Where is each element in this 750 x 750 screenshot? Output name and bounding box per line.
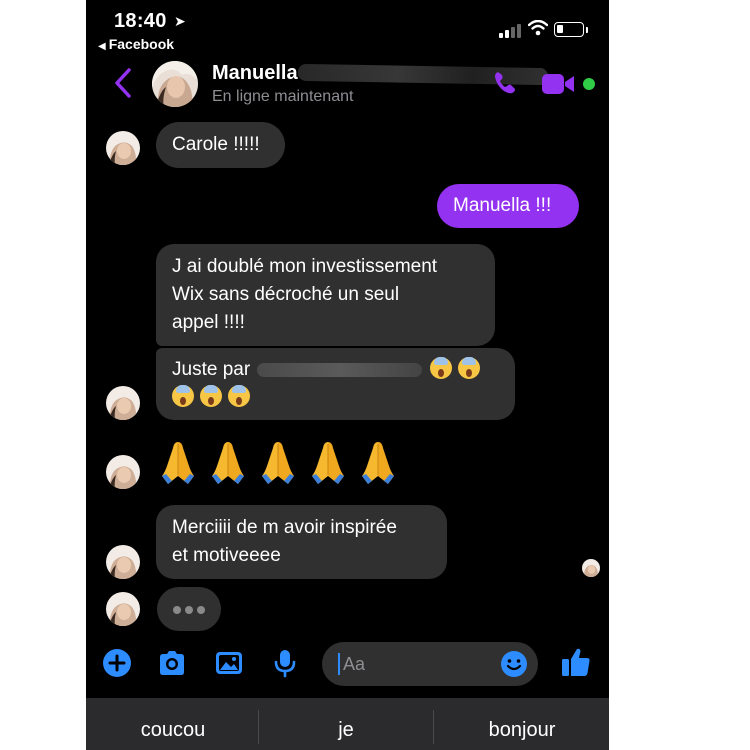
screaming-face-emoji — [228, 385, 250, 407]
back-triangle-icon: ◀ — [98, 41, 106, 52]
video-call-icon[interactable] — [541, 71, 575, 97]
battery-tip — [586, 27, 588, 33]
sender-avatar[interactable] — [106, 545, 140, 579]
suggestion-bonjour[interactable]: bonjour — [464, 719, 580, 742]
message-line: et motiveeee — [172, 545, 281, 566]
sender-avatar[interactable] — [106, 455, 140, 489]
messenger-screen: 18:40 ➤ ◀ Facebook Manuella En ligne main… — [86, 0, 609, 750]
plus-icon[interactable] — [102, 648, 132, 678]
folded-hands-emoji — [212, 442, 244, 484]
message-line: Wix sans décroché un seul — [172, 284, 400, 305]
screaming-face-emoji — [200, 385, 222, 407]
status-time: 18:40 — [114, 10, 167, 32]
camera-icon[interactable] — [157, 648, 187, 678]
message-line: J ai doublé mon investissement — [172, 256, 438, 277]
message-text: Manuella !!! — [453, 195, 552, 216]
smiley-icon[interactable] — [500, 650, 528, 678]
sender-avatar[interactable] — [106, 131, 140, 165]
sender-avatar[interactable] — [106, 386, 140, 420]
message-bubble-sent[interactable]: Manuella !!! — [437, 184, 579, 228]
seen-indicator-avatar — [582, 559, 600, 577]
back-app-label: Facebook — [108, 36, 175, 52]
folded-hands-emoji — [162, 442, 194, 484]
suggestion-divider — [258, 710, 259, 744]
message-text: Juste par — [172, 359, 251, 380]
signal-bars-icon — [499, 24, 521, 38]
message-bubble-received[interactable]: J ai doublé mon investissement Wix sans … — [156, 244, 495, 346]
contact-avatar[interactable] — [152, 61, 198, 107]
text-cursor — [338, 653, 340, 675]
presence-status: En ligne maintenant — [212, 88, 354, 105]
suggestion-je[interactable]: je — [296, 719, 396, 742]
emoji-message[interactable] — [156, 438, 416, 490]
suggestion-coucou[interactable]: coucou — [120, 719, 226, 742]
sender-avatar[interactable] — [106, 592, 140, 626]
battery-icon — [554, 22, 584, 37]
gallery-icon[interactable] — [214, 648, 244, 678]
folded-hands-emoji — [262, 442, 294, 484]
back-to-app-link[interactable]: ◀ Facebook — [98, 36, 174, 52]
message-bubble-received[interactable]: Merciiii de m avoir inspirée et motiveee… — [156, 505, 447, 579]
message-input[interactable] — [343, 653, 493, 675]
screaming-face-emoji — [429, 357, 452, 379]
folded-hands-emoji — [312, 442, 344, 484]
message-bubble-received[interactable]: Juste par — [156, 348, 515, 420]
message-bubble-received[interactable]: Carole !!!!! — [156, 122, 285, 168]
message-line: appel !!!! — [172, 312, 245, 333]
message-text: Carole !!!!! — [172, 134, 260, 155]
message-line: Merciiii de m avoir inspirée — [172, 517, 397, 538]
text-redaction-scribble — [257, 362, 423, 377]
online-status-dot — [583, 78, 595, 90]
microphone-icon[interactable] — [270, 648, 300, 678]
location-arrow-icon: ➤ — [174, 13, 186, 29]
thumbs-up-icon[interactable] — [560, 646, 592, 678]
screaming-face-emoji — [457, 357, 480, 379]
contact-name: Manuella — [212, 62, 298, 84]
typing-indicator — [157, 587, 221, 631]
message-line — [172, 384, 499, 412]
screaming-face-emoji — [172, 385, 194, 407]
folded-hands-emoji — [362, 442, 394, 484]
message-line: Juste par — [172, 356, 499, 384]
suggestion-divider — [433, 710, 434, 744]
back-chevron-icon[interactable] — [112, 66, 134, 100]
phone-call-icon[interactable] — [492, 70, 518, 96]
wifi-icon — [528, 20, 548, 36]
